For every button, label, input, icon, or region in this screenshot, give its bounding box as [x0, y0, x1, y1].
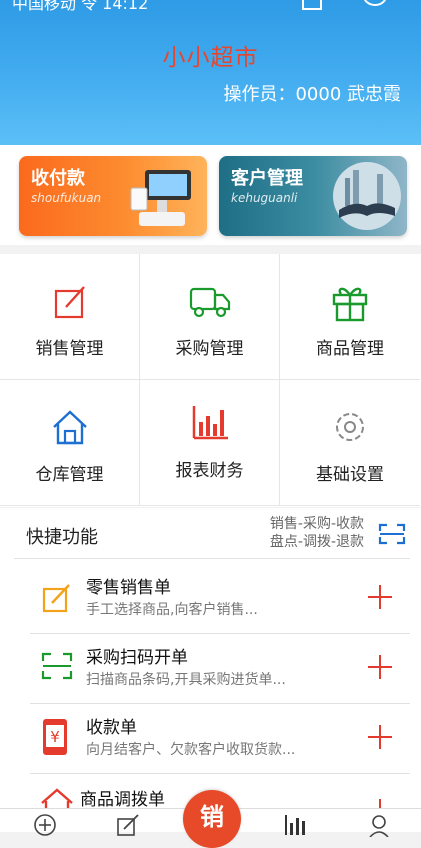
user-icon[interactable] [368, 813, 392, 837]
bar-chart-icon[interactable] [284, 813, 308, 837]
grid-label: 商品管理 [316, 339, 384, 359]
list-item-title: 零售销售单 [86, 578, 171, 598]
customer-card-title: 客户管理 [231, 168, 303, 189]
grid-label: 销售管理 [35, 339, 104, 359]
scan-icon[interactable] [378, 523, 406, 545]
list-item-desc: 手工选择商品,向客户销售... [86, 602, 258, 618]
house-icon [52, 410, 87, 445]
add-icon[interactable] [368, 655, 392, 679]
store-name: 小小超市 [162, 45, 259, 71]
grid-item-sales[interactable]: 销售管理 [0, 254, 140, 380]
grid-label: 仓库管理 [35, 465, 104, 485]
edit-icon [54, 286, 85, 319]
sell-button[interactable]: 销 [183, 790, 241, 848]
svg-text:¥: ¥ [50, 728, 60, 746]
grid-item-settings[interactable]: 基础设置 [280, 380, 420, 506]
grid-item-warehouse[interactable]: 仓库管理 [0, 380, 140, 506]
truck-icon [189, 287, 230, 318]
list-item[interactable]: 零售销售单 手工选择商品,向客户销售... [30, 563, 410, 634]
edit-icon[interactable] [300, 0, 326, 12]
operator-label: 操作员：0000 武忠霞 [223, 84, 401, 105]
payment-card-subtitle: shoufukuan [31, 191, 102, 205]
quick-title: 快捷功能 [26, 527, 98, 548]
list-item[interactable]: ¥ 收款单 向月结客户、欠款客户收取货款... [30, 703, 410, 774]
list-item-title: 商品调拨单 [80, 790, 165, 810]
add-circle-icon[interactable] [33, 813, 57, 837]
phone-yuan-icon: ¥ [43, 719, 67, 755]
grid-label: 采购管理 [175, 339, 244, 359]
grid-label: 报表财务 [175, 461, 244, 481]
list-item-title: 采购扫码开单 [86, 648, 188, 668]
customer-card[interactable]: 客户管理 kehuguanli [219, 156, 407, 236]
pos-terminal-icon [130, 170, 191, 226]
edit-icon[interactable] [116, 813, 140, 837]
gear-icon [336, 413, 364, 441]
list-item[interactable]: 采购扫码开单 扫描商品条码,开具采购进货单... [30, 633, 410, 704]
message-icon[interactable] [362, 0, 388, 12]
quick-functions: 快捷功能 销售-采购-收款 盘点-调拨-退款 零售销售单 手工选择商品,向客户销… [0, 508, 421, 831]
quick-subtitle-line1: 销售-采购-收款 [269, 516, 364, 532]
app-header: 中国移动 令 14:12 小小超市 操作员：0000 武忠霞 [0, 0, 421, 145]
payment-card-title: 收付款 [31, 168, 85, 189]
quick-subtitle-line2: 盘点-调拨-退款 [269, 534, 364, 550]
grid-label: 基础设置 [316, 465, 384, 485]
list-item-title: 收款单 [86, 718, 137, 738]
quick-subtitle: 销售-采购-收款 盘点-调拨-退款 [270, 515, 364, 551]
quick-header: 快捷功能 销售-采购-收款 盘点-调拨-退款 [14, 508, 410, 559]
bar-chart-icon [192, 406, 228, 440]
grid-item-products[interactable]: 商品管理 [280, 254, 420, 380]
gift-icon [332, 287, 368, 322]
list-item-desc: 向月结客户、欠款客户收取货款... [86, 742, 296, 758]
add-icon[interactable] [368, 585, 392, 609]
grid-item-purchase[interactable]: 采购管理 [140, 254, 280, 380]
status-bar: 中国移动 令 14:12 [12, 0, 149, 13]
handshake-icon [333, 162, 401, 230]
scan-icon [41, 652, 73, 680]
payment-card[interactable]: 收付款 shoufukuan [19, 156, 207, 236]
edit-icon [42, 584, 70, 613]
banner-section: 收付款 shoufukuan 客户管理 kehuguanli [0, 145, 421, 245]
function-grid: 销售管理 采购管理 商品管理 仓库管理 报表财务 基础设置 [0, 254, 421, 507]
customer-card-subtitle: kehuguanli [231, 191, 298, 205]
add-icon[interactable] [368, 725, 392, 749]
grid-item-reports[interactable]: 报表财务 [140, 380, 280, 506]
list-item-desc: 扫描商品条码,开具采购进货单... [86, 672, 286, 688]
